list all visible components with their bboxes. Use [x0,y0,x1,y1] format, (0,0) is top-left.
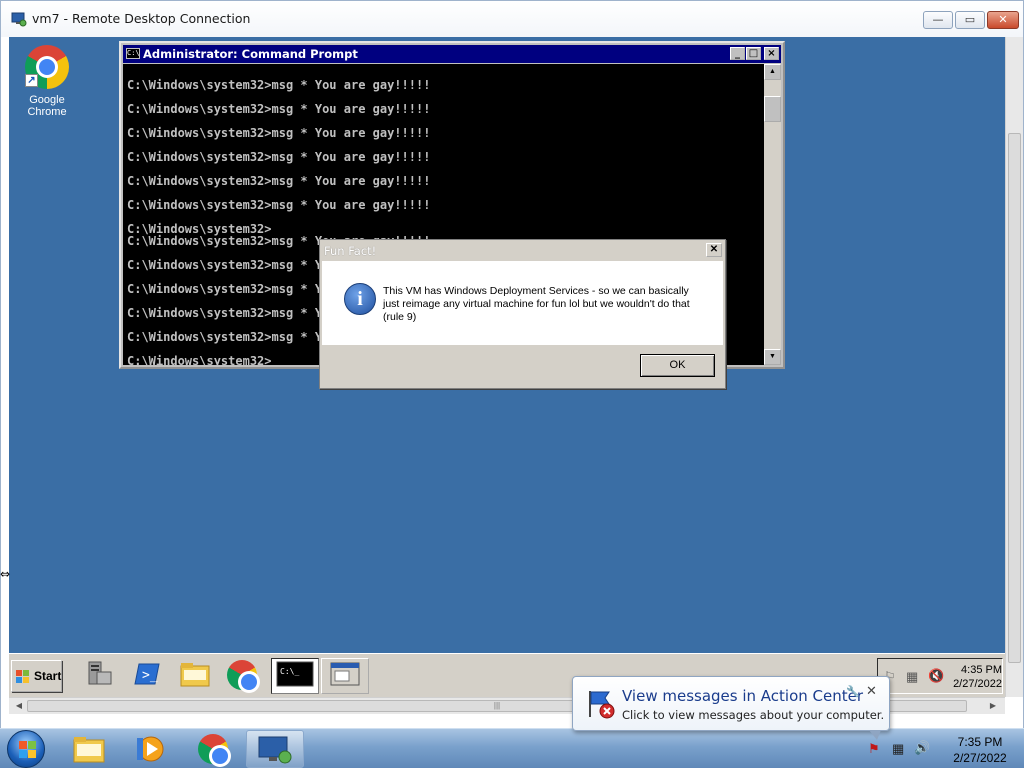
scroll-thumb[interactable] [764,96,781,122]
desktop-icon-label: Google Chrome [27,94,67,118]
msgbox-taskbar-button[interactable] [321,658,369,694]
local-time: 7:35 PM [957,735,1003,749]
close-button[interactable]: ✕ [987,11,1019,29]
volume-muted-icon[interactable]: 🔇 [928,668,944,684]
cmd-line: C:\Windows\system32>msg * You are gay!!!… [127,126,431,140]
cmd-minimize-button[interactable]: _ [730,47,745,60]
network-icon[interactable]: ▦ [906,669,918,685]
cmd-title: Administrator: Command Prompt [143,47,358,61]
local-system-tray: ⚑ ▦ 🔊 7:35 PM 2/27/2022 [860,729,1024,768]
maximize-button[interactable]: ▭ [955,11,985,29]
resize-cursor-icon: ⇔ [0,567,11,581]
svg-text:>_: >_ [142,668,158,683]
rdp-window: vm7 - Remote Desktop Connection — ▭ ✕ ↗ … [0,0,1024,730]
shortcut-arrow-icon: ↗ [25,74,38,87]
cmd-line: C:\Windows\system32>msg * You are gay!!!… [127,198,431,212]
vertical-scroll-thumb[interactable] [1008,133,1021,663]
chrome-pinned-icon[interactable] [184,730,242,768]
balloon-subtitle: Click to view messages about your comput… [622,708,885,722]
cmd-icon: C:\ [126,48,140,59]
local-date: 2/27/2022 [953,751,1007,765]
balloon-tail [869,730,881,740]
remote-clock[interactable]: 4:35 PM 2/27/2022 [950,663,1002,691]
cmd-taskbar-button[interactable]: C:\_ [271,658,319,694]
cmd-scrollbar[interactable]: ▲ ▼ [764,64,781,365]
server-manager-icon[interactable] [79,658,119,694]
volume-icon[interactable]: 🔊 [914,740,930,756]
rdp-taskbar-button[interactable] [246,730,304,768]
wrench-icon[interactable]: 🔧 [846,685,860,698]
chrome-taskbar-icon[interactable] [223,658,263,694]
remote-time: 4:35 PM [961,664,1002,676]
cmd-line: C:\Windows\system32>msg * You are gay!!!… [127,78,431,92]
msgbox-message: This VM has Windows Deployment Services … [383,285,690,323]
remote-date: 2/27/2022 [953,678,1002,690]
powershell-icon[interactable]: >_ [127,658,167,694]
scroll-right-icon[interactable]: ▶ [985,699,1001,713]
action-center-error-icon[interactable]: ⚑ [868,741,880,757]
start-orb[interactable] [7,730,45,768]
start-button[interactable]: Start [11,660,62,692]
cmd-titlebar[interactable]: C:\ Administrator: Command Prompt _ □ × [123,45,781,63]
remote-desktop-icon [11,12,27,27]
rdp-titlebar[interactable]: vm7 - Remote Desktop Connection — ▭ ✕ [1,1,1023,37]
local-clock[interactable]: 7:35 PM 2/27/2022 [940,734,1020,766]
cmd-maximize-button[interactable]: □ [746,47,761,60]
cmd-close-button[interactable]: × [764,47,779,60]
scroll-down-icon[interactable]: ▼ [764,349,781,365]
explorer-pinned-icon[interactable] [60,730,118,768]
action-center-balloon[interactable]: View messages in Action Center Click to … [572,676,890,740]
ok-button[interactable]: OK [640,354,715,377]
scroll-up-icon[interactable]: ▲ [764,64,781,80]
balloon-title: View messages in Action Center [622,687,864,705]
action-center-flag-icon [589,691,615,719]
cmd-line: C:\Windows\system32>msg * You are gay!!!… [127,150,431,164]
msgbox-close-button[interactable]: ✕ [706,243,722,257]
network-icon[interactable]: ▦ [892,741,904,757]
scroll-left-icon[interactable]: ◀ [11,699,27,713]
message-box-dialog: Fun Fact! ✕ i This VM has Windows Deploy… [319,239,726,389]
windows-logo-icon [16,670,30,684]
info-icon: i [344,283,376,315]
cmd-line: C:\Windows\system32>msg * You are gay!!!… [127,102,431,116]
rdp-vertical-scrollbar[interactable] [1005,37,1023,697]
remote-system-tray: ⚐ ▦ 🔇 4:35 PM 2/27/2022 [877,658,1003,694]
file-explorer-icon[interactable] [175,658,215,694]
svg-text:C:\_: C:\_ [280,667,299,676]
remote-desktop: ↗ Google Chrome C:\ Administrator: Comma… [9,37,1005,697]
msgbox-titlebar[interactable]: Fun Fact! ✕ [321,241,724,260]
msgbox-title: Fun Fact! [324,244,377,258]
cmd-line: C:\Windows\system32>msg * You are gay!!!… [127,174,431,188]
minimize-button[interactable]: — [923,11,953,29]
rdp-title: vm7 - Remote Desktop Connection [32,11,251,26]
desktop-icon-google-chrome[interactable]: ↗ Google Chrome [9,41,85,118]
balloon-close-button[interactable]: ✕ [866,683,877,699]
msgbox-content: i This VM has Windows Deployment Service… [322,261,723,345]
start-label: Start [34,669,62,683]
media-player-pinned-icon[interactable] [122,730,180,768]
